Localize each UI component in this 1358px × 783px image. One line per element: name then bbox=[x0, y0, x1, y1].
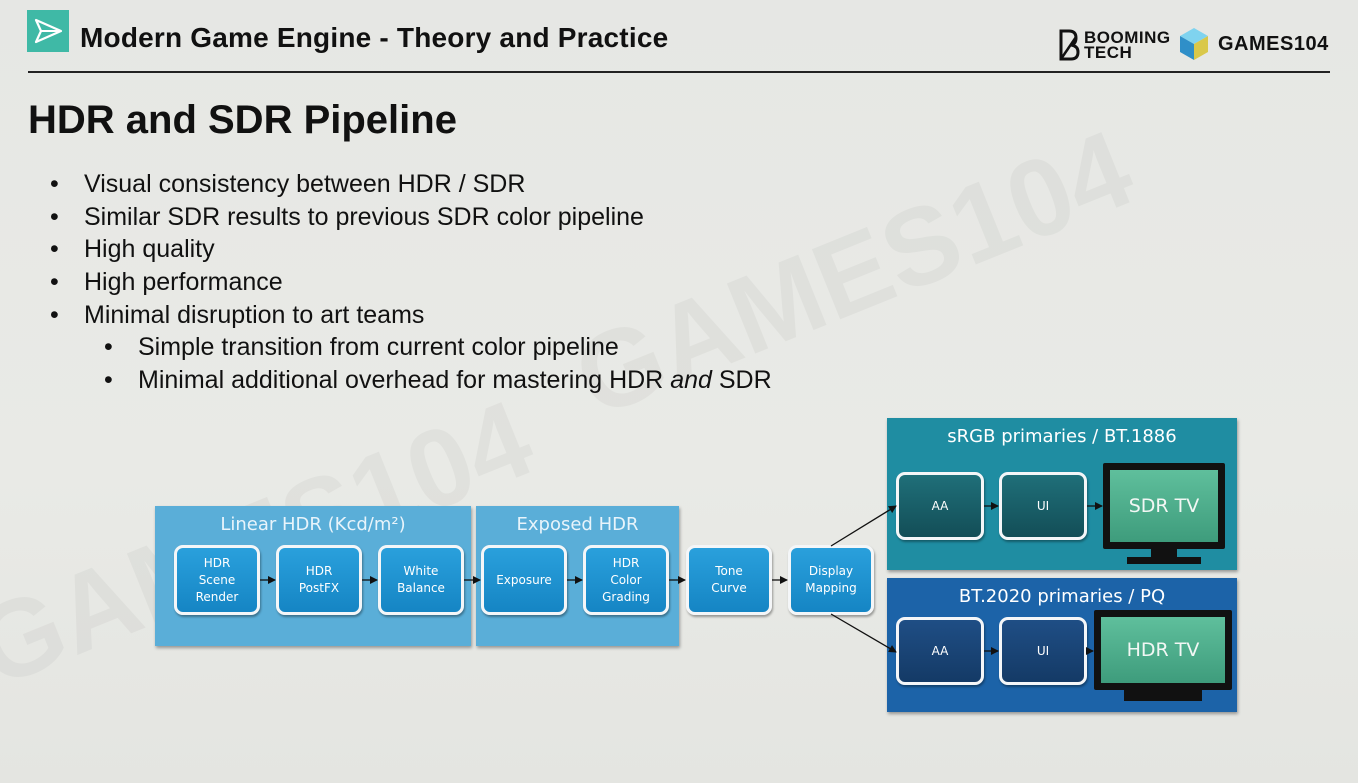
arrow bbox=[830, 505, 897, 547]
arrow bbox=[830, 613, 897, 653]
diagram-arrows bbox=[260, 502, 1103, 655]
